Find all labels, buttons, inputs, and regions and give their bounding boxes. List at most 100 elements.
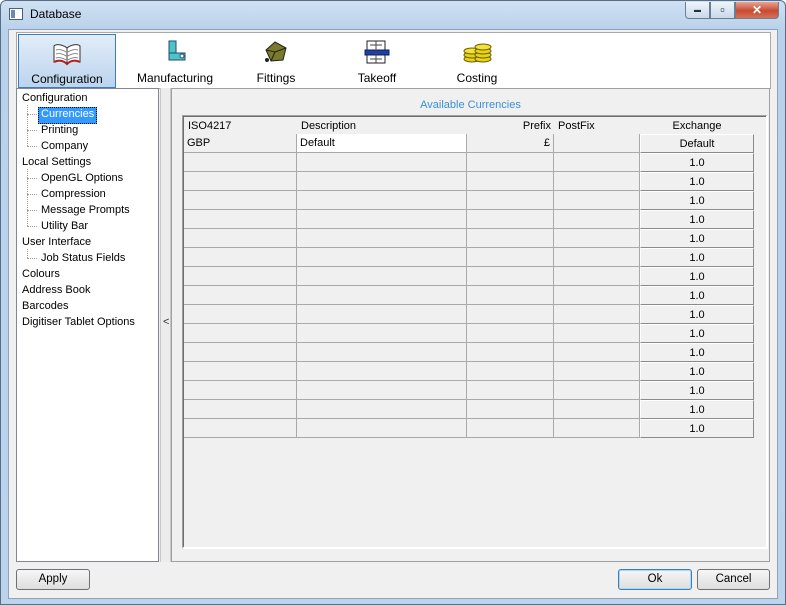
cell-iso4217[interactable] — [184, 400, 297, 419]
cell-prefix[interactable] — [467, 305, 554, 324]
cell-iso4217[interactable] — [184, 305, 297, 324]
cancel-button[interactable]: Cancel — [697, 569, 770, 590]
cell-exchange[interactable]: 1.0 — [640, 229, 754, 248]
cell-description[interactable] — [297, 381, 467, 400]
database-window-icon[interactable] — [9, 8, 23, 20]
cell-prefix[interactable] — [467, 229, 554, 248]
cell-iso4217[interactable] — [184, 381, 297, 400]
cell-description[interactable] — [297, 210, 467, 229]
tree-item-currencies[interactable]: Currencies — [38, 107, 98, 124]
tab-costing[interactable]: Costing — [428, 33, 526, 88]
cell-postfix[interactable] — [554, 305, 640, 324]
minimize-button[interactable]: ▬ — [685, 2, 710, 19]
cell-postfix[interactable] — [554, 362, 640, 381]
cell-iso4217[interactable] — [184, 248, 297, 267]
cell-description[interactable] — [297, 248, 467, 267]
cell-exchange[interactable]: 1.0 — [640, 172, 754, 191]
cell-exchange[interactable]: Default — [640, 134, 754, 153]
cell-postfix[interactable] — [554, 153, 640, 172]
cell-prefix[interactable] — [467, 248, 554, 267]
cell-description[interactable] — [297, 229, 467, 248]
cell-description[interactable] — [297, 343, 467, 362]
cell-iso4217[interactable] — [184, 362, 297, 381]
cell-iso4217[interactable] — [184, 324, 297, 343]
cell-description[interactable] — [297, 267, 467, 286]
cell-postfix[interactable] — [554, 191, 640, 210]
cell-description[interactable] — [297, 324, 467, 343]
cell-iso4217[interactable] — [184, 267, 297, 286]
cell-exchange[interactable]: 1.0 — [640, 191, 754, 210]
cell-prefix[interactable] — [467, 324, 554, 343]
cell-prefix[interactable]: £ — [467, 134, 554, 153]
tree-item-company[interactable]: Company — [39, 139, 90, 154]
cell-prefix[interactable] — [467, 153, 554, 172]
cell-prefix[interactable] — [467, 267, 554, 286]
apply-button[interactable]: Apply — [16, 569, 90, 590]
cell-exchange[interactable]: 1.0 — [640, 324, 754, 343]
cell-iso4217[interactable]: GBP — [184, 134, 297, 153]
cell-iso4217[interactable] — [184, 343, 297, 362]
tree-item-message-prompts[interactable]: Message Prompts — [39, 203, 132, 218]
cell-prefix[interactable] — [467, 381, 554, 400]
cell-postfix[interactable] — [554, 210, 640, 229]
cell-postfix[interactable] — [554, 229, 640, 248]
cell-prefix[interactable] — [467, 191, 554, 210]
close-button[interactable]: ✕ — [735, 2, 779, 19]
cell-prefix[interactable] — [467, 362, 554, 381]
cell-exchange[interactable]: 1.0 — [640, 381, 754, 400]
tree-item-configuration[interactable]: Configuration — [20, 91, 89, 106]
tree-item-utility-bar[interactable]: Utility Bar — [39, 219, 90, 234]
cell-prefix[interactable] — [467, 210, 554, 229]
cell-iso4217[interactable] — [184, 419, 297, 438]
cell-postfix[interactable] — [554, 286, 640, 305]
cell-description[interactable] — [297, 305, 467, 324]
cell-postfix[interactable] — [554, 419, 640, 438]
cell-exchange[interactable]: 1.0 — [640, 362, 754, 381]
cell-iso4217[interactable] — [184, 229, 297, 248]
tree-item-address-book[interactable]: Address Book — [20, 283, 92, 298]
cell-postfix[interactable] — [554, 324, 640, 343]
cell-exchange[interactable]: 1.0 — [640, 210, 754, 229]
cell-prefix[interactable] — [467, 419, 554, 438]
cell-prefix[interactable] — [467, 343, 554, 362]
ok-button[interactable]: Ok — [618, 569, 692, 590]
cell-postfix[interactable] — [554, 343, 640, 362]
cell-iso4217[interactable] — [184, 172, 297, 191]
tree-item-compression[interactable]: Compression — [39, 187, 108, 202]
cell-description[interactable] — [297, 419, 467, 438]
cell-exchange[interactable]: 1.0 — [640, 400, 754, 419]
tree-item-colours[interactable]: Colours — [20, 267, 62, 282]
panel-splitter[interactable]: < — [160, 88, 171, 562]
tree-item-opengl-options[interactable]: OpenGL Options — [39, 171, 125, 186]
tree-item-barcodes[interactable]: Barcodes — [20, 299, 70, 314]
tab-manufacturing[interactable]: Manufacturing — [126, 33, 224, 88]
tree-item-local-settings[interactable]: Local Settings — [20, 155, 93, 170]
cell-postfix[interactable] — [554, 172, 640, 191]
tree-item-digitiser-tablet-options[interactable]: Digitiser Tablet Options — [20, 315, 137, 330]
cell-prefix[interactable] — [467, 286, 554, 305]
cell-description[interactable] — [297, 172, 467, 191]
tab-takeoff[interactable]: Takeoff — [328, 33, 426, 88]
cell-exchange[interactable]: 1.0 — [640, 419, 754, 438]
cell-description[interactable] — [297, 400, 467, 419]
collapse-arrow-icon[interactable]: < — [163, 316, 169, 328]
cell-iso4217[interactable] — [184, 286, 297, 305]
cell-exchange[interactable]: 1.0 — [640, 343, 754, 362]
cell-iso4217[interactable] — [184, 191, 297, 210]
cell-exchange[interactable]: 1.0 — [640, 267, 754, 286]
cell-postfix[interactable] — [554, 381, 640, 400]
cell-description[interactable] — [297, 153, 467, 172]
cell-iso4217[interactable] — [184, 210, 297, 229]
cell-iso4217[interactable] — [184, 153, 297, 172]
cell-postfix[interactable] — [554, 267, 640, 286]
cell-prefix[interactable] — [467, 172, 554, 191]
title-bar[interactable]: Database ▬ ▫ ✕ — [1, 1, 785, 29]
cell-exchange[interactable]: 1.0 — [640, 286, 754, 305]
tree-item-user-interface[interactable]: User Interface — [20, 235, 93, 250]
cell-exchange[interactable]: 1.0 — [640, 248, 754, 267]
cell-exchange[interactable]: 1.0 — [640, 153, 754, 172]
tree-item-printing[interactable]: Printing — [39, 123, 80, 138]
cell-exchange[interactable]: 1.0 — [640, 305, 754, 324]
cell-description[interactable] — [297, 286, 467, 305]
cell-postfix[interactable] — [554, 134, 640, 153]
